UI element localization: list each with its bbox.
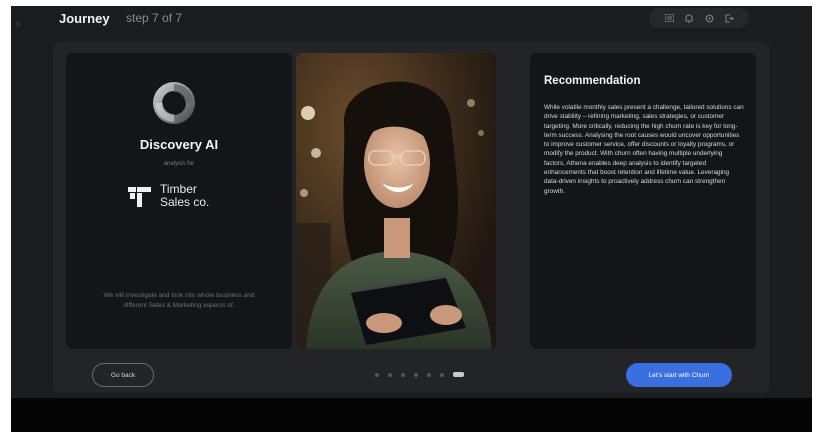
brand-title: Journey [59, 11, 110, 26]
app-screen: Journey step 7 of 7 Discovery AI analysi… [11, 6, 812, 398]
timber-logo-icon [128, 187, 151, 207]
step-pager [375, 372, 464, 377]
pager-dot-1[interactable] [375, 372, 379, 377]
start-churn-button[interactable]: Let's start with Churn [626, 363, 732, 387]
client-name: Timber Sales co. [160, 183, 209, 209]
discovery-logo-icon [152, 81, 196, 125]
go-back-button[interactable]: Go back [92, 363, 154, 387]
analysis-for-label: analysis for [163, 161, 195, 167]
pager-dot-4[interactable] [414, 372, 418, 377]
top-bar: Journey step 7 of 7 [11, 6, 812, 38]
top-actions-group [649, 8, 749, 28]
grid-icon[interactable] [664, 13, 674, 23]
analysis-description: We will investigate and look into whole … [103, 292, 255, 309]
bottom-bar [11, 398, 812, 432]
client-logo: Timber Sales co. [128, 183, 209, 209]
pager-dot-6[interactable] [440, 372, 444, 377]
step-indicator: step 7 of 7 [126, 11, 183, 25]
recommendation-card: Recommendation While volatile monthly sa… [530, 53, 756, 349]
client-name-line2: Sales co. [160, 195, 210, 209]
notification-icon[interactable] [684, 13, 694, 23]
pager-dot-7-active[interactable] [453, 372, 464, 377]
summary-panel: Discovery AI analysis for Timber Sales c… [53, 42, 770, 393]
pager-dot-5[interactable] [427, 372, 431, 377]
product-title: Discovery AI [139, 137, 219, 152]
pager-dot-3[interactable] [401, 372, 405, 377]
hero-photo [296, 53, 496, 349]
pager-dot-2[interactable] [388, 372, 392, 377]
analysis-card: Discovery AI analysis for Timber Sales c… [66, 53, 292, 349]
logout-icon[interactable] [724, 13, 734, 23]
recommendation-body: While volatile monthly sales present a c… [544, 104, 744, 195]
settings-icon[interactable] [704, 13, 714, 23]
recommendation-title: Recommendation [544, 75, 641, 87]
